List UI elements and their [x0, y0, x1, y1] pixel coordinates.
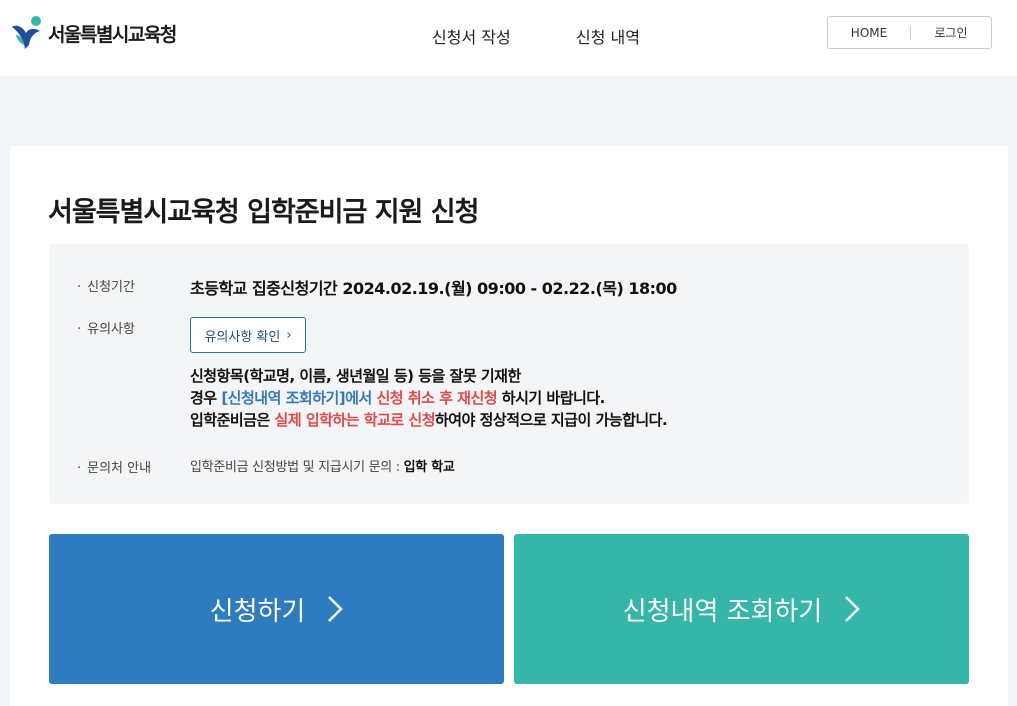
- brand-name: 서울특별시교육청: [48, 23, 177, 46]
- chevron-right-icon: [328, 596, 344, 622]
- logo[interactable]: 서울특별시교육청: [10, 15, 177, 51]
- contact-label: 문의처 안내: [77, 457, 151, 476]
- notice-line-2-suffix: 하시기 바랍니다.: [497, 389, 606, 407]
- seoul-education-logo-icon: [12, 16, 41, 49]
- period-value: 초등학교 집중신청기간 2024.02.19.(월) 09:00 - 02.22…: [190, 279, 677, 298]
- contact-text: 입학준비금 신청방법 및 지급시기 문의 :: [190, 460, 404, 475]
- home-link[interactable]: HOME: [828, 26, 910, 40]
- apply-button[interactable]: 신청하기: [49, 534, 504, 684]
- nav-apply-history[interactable]: 신청 내역: [576, 24, 640, 48]
- period-label: 신청기간: [77, 276, 135, 295]
- notice-line-2: 경우 [신청내역 조회하기]에서 신청 취소 후 재신청 하시기 바랍니다.: [190, 387, 667, 409]
- notice-line-2-prefix: 경우: [190, 389, 222, 407]
- query-history-button-label: 신청내역 조회하기: [622, 596, 823, 627]
- query-history-button[interactable]: 신청내역 조회하기: [514, 534, 969, 684]
- chevron-right-icon: [845, 596, 861, 622]
- nav-apply-form[interactable]: 신청서 작성: [432, 24, 511, 48]
- notice-cancel-text: 신청 취소 후 재신청: [376, 389, 498, 407]
- contact-value: 입학 학교: [403, 460, 455, 475]
- notice-school-text: 실제 입학하는 학교로 신청: [274, 411, 436, 429]
- notice-line-1: 신청항목(학교명, 이름, 생년월일 등) 등을 잘못 기재한: [190, 367, 521, 385]
- notice-text: 신청항목(학교명, 이름, 생년월일 등) 등을 잘못 기재한 경우 [신청내역…: [190, 365, 668, 431]
- page-title: 서울특별시교육청 입학준비금 지원 신청: [48, 197, 479, 228]
- content-card: 서울특별시교육청 입학준비금 지원 신청 신청기간 초등학교 집중신청기간 20…: [10, 146, 1008, 706]
- notice-line-3-suffix: 하여야 정상적으로 지급이 가능합니다.: [435, 411, 668, 429]
- contact-info: 입학준비금 신청방법 및 지급시기 문의 : 입학 학교: [190, 456, 455, 475]
- apply-button-label: 신청하기: [209, 596, 306, 627]
- notice-label: 유의사항: [77, 318, 135, 337]
- site-header: 서울특별시교육청 신청서 작성 신청 내역 HOME 로그인: [0, 0, 1017, 76]
- info-box: 신청기간 초등학교 집중신청기간 2024.02.19.(월) 09:00 - …: [49, 244, 969, 504]
- util-menu: HOME 로그인: [827, 16, 992, 49]
- notice-check-label: 유의사항 확인: [204, 329, 281, 345]
- notice-check-button[interactable]: 유의사항 확인 ›: [190, 317, 306, 353]
- notice-line-3-prefix: 입학준비금은: [190, 411, 275, 429]
- chevron-right-icon: ›: [286, 327, 292, 343]
- login-link[interactable]: 로그인: [911, 24, 991, 41]
- notice-query-link-text: [신청내역 조회하기]에서: [221, 389, 372, 407]
- notice-line-3: 입학준비금은 실제 입학하는 학교로 신청하여야 정상적으로 지급이 가능합니다…: [190, 409, 668, 431]
